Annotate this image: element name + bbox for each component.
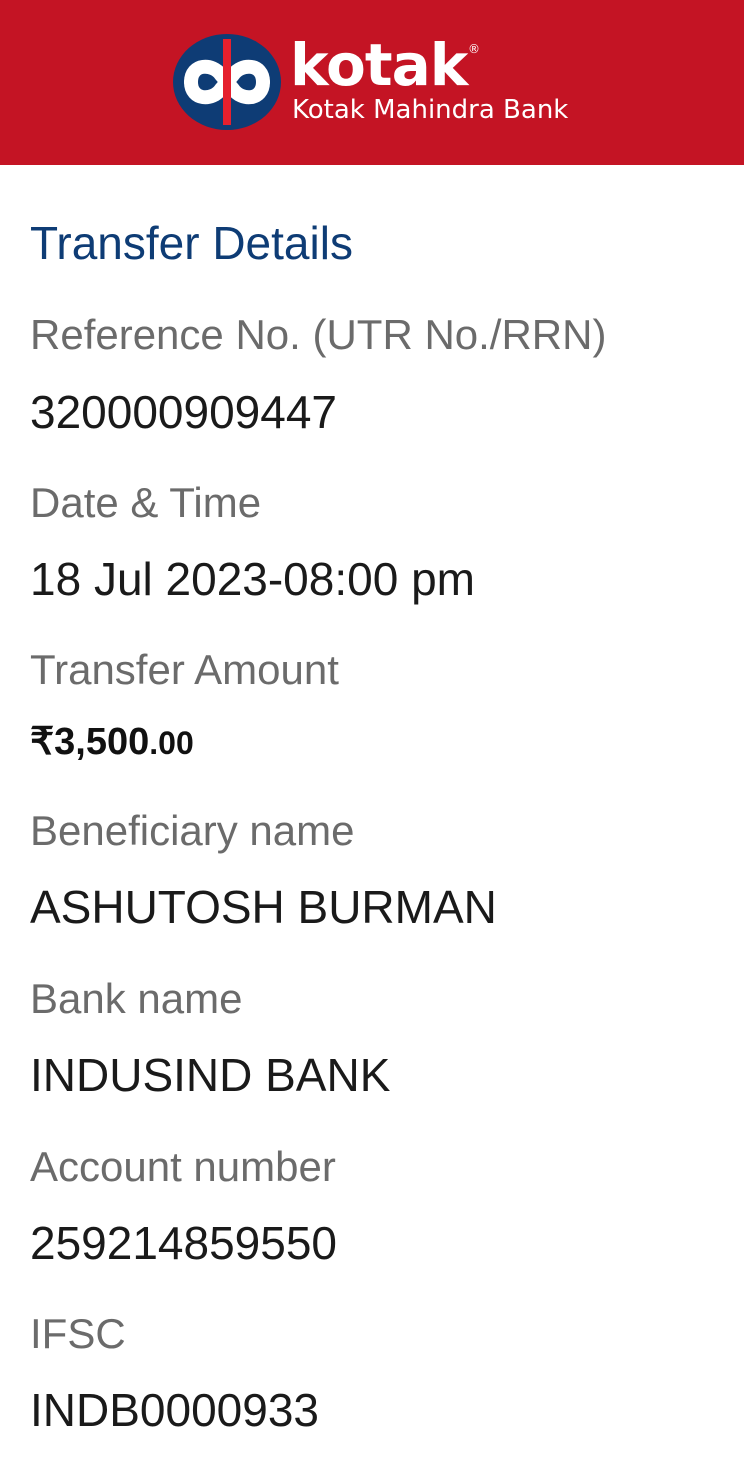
ifsc-label: IFSC bbox=[30, 1310, 126, 1357]
beneficiary-value: ASHUTOSH BURMAN bbox=[30, 881, 497, 933]
bank-value: INDUSIND BANK bbox=[30, 1049, 391, 1101]
amount-value: ₹3,500.00 bbox=[30, 718, 194, 767]
brand-wordmark: kotak bbox=[290, 31, 468, 99]
datetime-value: 18 Jul 2023-08:00 pm bbox=[30, 553, 475, 605]
reference-label: Reference No. (UTR No./RRN) bbox=[30, 311, 607, 358]
amount-main: ₹3,500 bbox=[30, 721, 150, 763]
beneficiary-label: Beneficiary name bbox=[30, 807, 355, 854]
amount-label: Transfer Amount bbox=[30, 646, 339, 693]
account-label: Account number bbox=[30, 1143, 336, 1190]
account-value: 259214859550 bbox=[30, 1217, 337, 1269]
page-title: Transfer Details bbox=[30, 217, 353, 269]
registered-mark: ® bbox=[468, 42, 480, 56]
ifsc-value: INDB0000933 bbox=[30, 1384, 319, 1436]
header-bar: kotak ® Kotak Mahindra Bank bbox=[0, 0, 744, 165]
kotak-logo-icon bbox=[173, 34, 281, 130]
bank-full-name: Kotak Mahindra Bank bbox=[292, 95, 569, 125]
amount-decimal: .00 bbox=[149, 725, 194, 761]
datetime-label: Date & Time bbox=[30, 479, 262, 526]
reference-value: 320000909447 bbox=[30, 386, 337, 438]
bank-label: Bank name bbox=[30, 975, 243, 1022]
